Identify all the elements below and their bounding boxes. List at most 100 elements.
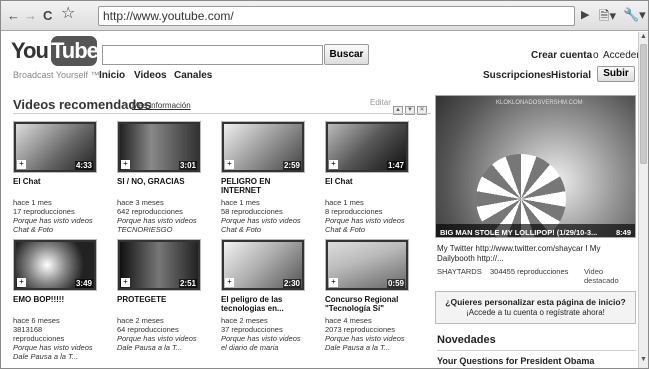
- video-thumbnail[interactable]: +1:47: [325, 121, 409, 173]
- bookmark-star-icon[interactable]: ☆: [61, 5, 75, 23]
- nav-suscripciones[interactable]: Suscripciones: [483, 70, 551, 81]
- video-views: 58 reproducciones: [221, 207, 283, 216]
- nav-inicio[interactable]: Inicio: [99, 70, 125, 81]
- video-reason: Porque has visto videos: [221, 334, 301, 343]
- scroll-down-icon[interactable]: ▼: [640, 356, 647, 363]
- add-to-queue-icon[interactable]: +: [17, 160, 26, 169]
- video-reason: Porque has visto videos: [325, 216, 405, 225]
- add-to-queue-icon[interactable]: +: [121, 160, 130, 169]
- video-age: hace 2 meses: [221, 316, 268, 325]
- video-thumbnail[interactable]: +2:30: [221, 239, 305, 291]
- nav-canales[interactable]: Canales: [174, 70, 212, 81]
- watermark-text: KLOKLONADOSVERSHM.COM: [496, 100, 583, 106]
- video-card[interactable]: +1:47 El Chat hace 1 mes 8 reproduccione…: [325, 121, 417, 234]
- video-views: 642 reproducciones: [117, 207, 183, 216]
- scrollbar-thumb[interactable]: [640, 44, 647, 164]
- video-source[interactable]: TECNORIESGO: [117, 225, 209, 234]
- video-age: hace 1 mes: [13, 198, 52, 207]
- featured-video-player[interactable]: KLOKLONADOSVERSHM.COM BIG MAN STOLE MY L…: [435, 95, 636, 238]
- video-thumbnail[interactable]: +3:49: [13, 239, 97, 291]
- add-to-queue-icon[interactable]: +: [225, 160, 234, 169]
- more-info-link[interactable]: Más información: [132, 101, 191, 110]
- video-age: hace 6 meses: [13, 316, 60, 325]
- promo-signin-link[interactable]: ¡Accede a tu cuenta o regístrate ahora!: [436, 308, 635, 317]
- video-age: hace 2 meses: [117, 316, 164, 325]
- video-views-unit: reproducciones: [13, 334, 65, 343]
- address-bar[interactable]: http://www.youtube.com/: [98, 6, 575, 26]
- add-to-queue-icon[interactable]: +: [225, 278, 234, 287]
- wrench-icon[interactable]: 🔧▾: [623, 7, 646, 23]
- video-title[interactable]: PROTEGETE: [117, 295, 209, 304]
- video-thumbnail[interactable]: +4:33: [13, 121, 97, 173]
- video-title[interactable]: El Chat: [13, 177, 105, 186]
- featured-channel[interactable]: SHAYTARDS: [437, 267, 482, 276]
- video-views: 64 reproducciones: [117, 325, 179, 334]
- video-source[interactable]: Chat & Foto: [221, 225, 313, 234]
- featured-description: My Twitter http://www.twitter.com/shayca…: [437, 244, 601, 263]
- edit-link[interactable]: Editar: [370, 98, 391, 107]
- nav-historial[interactable]: Historial: [551, 70, 591, 81]
- back-arrow-icon[interactable]: ←: [7, 7, 20, 25]
- sign-in-link[interactable]: Acceder: [603, 50, 638, 61]
- video-source[interactable]: Chat & Foto: [13, 225, 105, 234]
- video-duration: 3:01: [178, 161, 197, 170]
- video-title-line2[interactable]: "Tecnología Sí": [325, 304, 417, 313]
- video-source[interactable]: Dale Pausa a la T...: [117, 343, 209, 352]
- video-title[interactable]: EMO BOP!!!!!: [13, 295, 105, 304]
- personalize-promo[interactable]: ¿Quieres personalizar esta página de ini…: [435, 291, 636, 324]
- news-heading: Novedades: [437, 334, 496, 346]
- video-duration: 3:49: [74, 279, 93, 288]
- add-to-queue-icon[interactable]: +: [121, 278, 130, 287]
- video-age: hace 1 mes: [325, 198, 364, 207]
- search-button[interactable]: Buscar: [324, 44, 369, 65]
- featured-title[interactable]: BIG MAN STOLE MY LOLLIPOP! (1/29/10-3...: [440, 228, 597, 237]
- scroll-up-icon[interactable]: ▲: [640, 33, 647, 40]
- video-title[interactable]: Concurso Regional: [325, 295, 417, 304]
- video-thumbnail[interactable]: +2:51: [117, 239, 201, 291]
- video-title[interactable]: SI / NO, GRACIAS: [117, 177, 209, 186]
- video-reason: Porque has visto videos: [13, 216, 93, 225]
- add-to-queue-icon[interactable]: +: [329, 160, 338, 169]
- browser-toolbar: ← → C ☆ http://www.youtube.com/ ▶ 🗎▾ 🔧▾: [1, 1, 648, 31]
- logo-tube: Tube: [51, 36, 99, 66]
- video-thumbnail[interactable]: +0:59: [325, 239, 409, 291]
- video-card[interactable]: +2:30 El peligro de las tecnologias en..…: [221, 239, 313, 352]
- video-title[interactable]: El peligro de las: [221, 295, 313, 304]
- upload-button[interactable]: Subir: [597, 66, 635, 82]
- go-play-icon[interactable]: ▶: [581, 8, 589, 21]
- video-thumbnail[interactable]: +2:59: [221, 121, 305, 173]
- video-card[interactable]: +2:59 PELIGRO EN INTERNET hace 1 mes 58 …: [221, 121, 313, 234]
- video-source[interactable]: Chat & Foto: [325, 225, 417, 234]
- vertical-scrollbar[interactable]: ▲ ▼: [638, 32, 648, 368]
- video-title-line2[interactable]: tecnologias en...: [221, 304, 313, 313]
- reload-icon[interactable]: C: [43, 7, 52, 25]
- video-thumbnail[interactable]: +3:01: [117, 121, 201, 173]
- video-source[interactable]: Dale Pausa a la T...: [13, 352, 105, 361]
- video-duration: 4:33: [74, 161, 93, 170]
- search-input[interactable]: [102, 45, 323, 65]
- video-card[interactable]: +3:49 EMO BOP!!!!! hace 6 meses 3813168 …: [13, 239, 105, 361]
- video-card[interactable]: +0:59 Concurso Regional "Tecnología Sí" …: [325, 239, 417, 352]
- video-title[interactable]: PELIGRO EN: [221, 177, 313, 186]
- nav-videos[interactable]: Videos: [134, 70, 167, 81]
- video-views: 8 reproducciones: [325, 207, 383, 216]
- video-card[interactable]: +2:51 PROTEGETE hace 2 meses 64 reproduc…: [117, 239, 209, 352]
- add-to-queue-icon[interactable]: +: [329, 278, 338, 287]
- forward-arrow-icon[interactable]: →: [24, 7, 37, 25]
- page-menu-icon[interactable]: 🗎▾: [599, 7, 616, 29]
- news-item[interactable]: Your Questions for President Obama: [437, 356, 594, 366]
- video-card[interactable]: +3:01 SI / NO, GRACIAS hace 3 meses 642 …: [117, 121, 209, 234]
- promo-question: ¿Quieres personalizar esta página de ini…: [445, 297, 626, 307]
- divider: [437, 350, 636, 351]
- video-views: 17 reproducciones: [13, 207, 75, 216]
- video-views: 2073 reproducciones: [325, 325, 396, 334]
- video-card[interactable]: +4:33 El Chat hace 1 mes 17 reproduccion…: [13, 121, 105, 234]
- video-title[interactable]: El Chat: [325, 177, 417, 186]
- create-account-link[interactable]: Crear cuenta: [531, 50, 592, 61]
- video-age: hace 3 meses: [117, 198, 164, 207]
- logo-you: You: [11, 38, 49, 63]
- video-source[interactable]: Dale Pausa a la T...: [325, 343, 417, 352]
- add-to-queue-icon[interactable]: +: [17, 278, 26, 287]
- video-title-line2[interactable]: INTERNET: [221, 186, 313, 195]
- video-source[interactable]: el diario de maria: [221, 343, 313, 352]
